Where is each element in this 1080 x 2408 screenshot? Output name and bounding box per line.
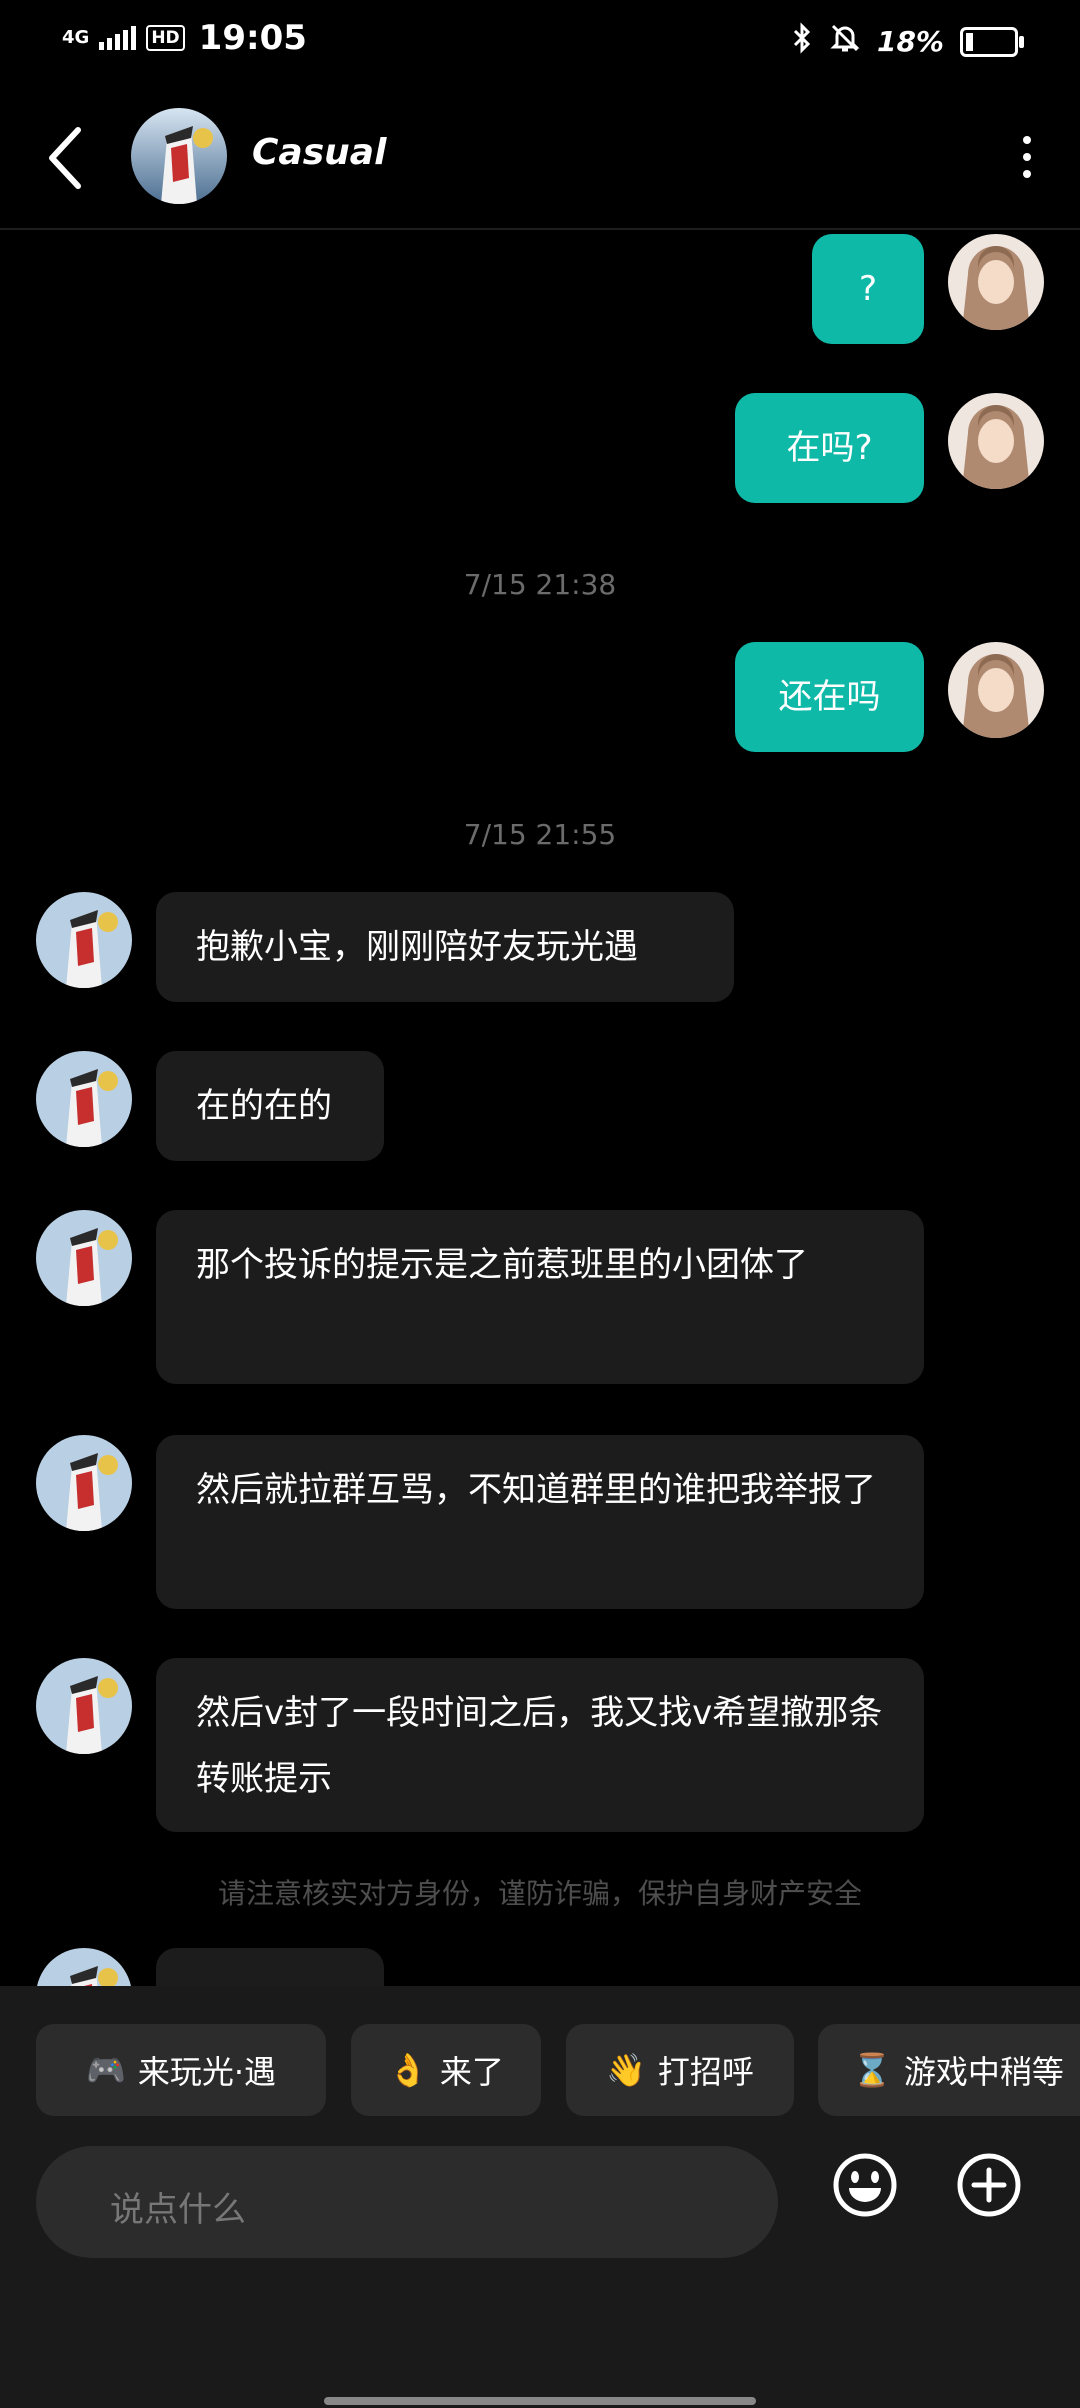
chat-header: Casual [0, 80, 1080, 230]
composer-panel: 🎮 来玩光·遇 👌 来了 👋 打招呼 ⌛ 游戏中稍等 说点什么 [0, 1986, 1080, 2408]
contact-avatar[interactable] [36, 1051, 132, 1147]
contact-avatar[interactable] [36, 1948, 132, 1986]
message-bubble-received[interactable]: 抱歉小宝，刚刚陪好友玩光遇 [156, 892, 734, 1002]
fraud-warning-notice: 请注意核实对方身份，谨防诈骗，保护自身财产安全 [217, 1877, 862, 1910]
contact-avatar[interactable] [36, 892, 132, 988]
contact-avatar[interactable] [131, 108, 227, 204]
my-avatar[interactable] [948, 393, 1044, 489]
emoji-button[interactable] [832, 2152, 898, 2218]
home-indicator[interactable] [324, 2397, 756, 2405]
hd-icon: HD [146, 25, 185, 51]
ok-hand-icon: 👌 [388, 2051, 428, 2089]
message-list[interactable]: ? 在吗? 7/15 21:38 还在吗 7/15 21:55 抱歉小宝，刚刚陪… [0, 230, 1080, 1986]
hourglass-icon: ⌛ [852, 2051, 892, 2089]
bell-muted-icon [829, 22, 861, 61]
back-button[interactable] [42, 118, 102, 198]
message-bubble-received[interactable] [156, 1948, 384, 1986]
contact-avatar[interactable] [36, 1658, 132, 1754]
message-bubble-received[interactable]: 那个投诉的提示是之前惹班里的小团体了 [156, 1210, 924, 1384]
message-bubble-received[interactable]: 然后v封了一段时间之后，我又找v希望撤那条转账提示 [156, 1658, 924, 1832]
add-attachment-button[interactable] [956, 2152, 1022, 2218]
signal-icon [99, 26, 137, 50]
message-input-placeholder: 说点什么 [110, 2190, 246, 2230]
quick-reply-bar[interactable]: 🎮 来玩光·遇 👌 来了 👋 打招呼 ⌛ 游戏中稍等 [0, 2024, 1080, 2116]
network-type: 4G [62, 27, 90, 48]
battery-percent: 18% [876, 25, 944, 58]
quick-reply-label: 打招呼 [657, 2053, 754, 2091]
quick-reply-label: 来玩光·遇 [137, 2053, 277, 2091]
more-options-button[interactable] [1002, 122, 1052, 192]
more-vert-icon [1023, 136, 1031, 144]
message-bubble-received[interactable]: 在的在的 [156, 1051, 384, 1161]
quick-reply-chip[interactable]: ⌛ 游戏中稍等 [818, 2024, 1080, 2116]
waving-hand-icon: 👋 [606, 2051, 646, 2089]
message-input[interactable]: 说点什么 [36, 2146, 778, 2258]
my-avatar[interactable] [948, 642, 1044, 738]
bluetooth-icon [791, 22, 813, 61]
quick-reply-chip[interactable]: 👋 打招呼 [566, 2024, 794, 2116]
contact-avatar[interactable] [36, 1435, 132, 1531]
chevron-left-icon [49, 127, 81, 189]
message-bubble-sent[interactable]: ? [812, 234, 924, 344]
gamepad-icon: 🎮 [85, 2051, 126, 2089]
contact-name: Casual [252, 132, 387, 173]
quick-reply-label: 来了 [439, 2053, 504, 2091]
quick-reply-chip[interactable]: 👌 来了 [351, 2024, 541, 2116]
status-bar: 4G HD 19:05 18% [0, 0, 1080, 80]
timestamp: 7/15 21:38 [463, 568, 617, 601]
battery-icon [960, 26, 1024, 57]
my-avatar[interactable] [948, 234, 1044, 330]
quick-reply-chip[interactable]: 🎮 来玩光·遇 [36, 2024, 326, 2116]
clock: 19:05 [198, 18, 307, 58]
timestamp: 7/15 21:55 [463, 818, 617, 851]
smiley-icon [833, 2153, 897, 2217]
plus-circle-icon [957, 2153, 1021, 2217]
message-bubble-sent[interactable]: 在吗? [735, 393, 924, 503]
message-bubble-received[interactable]: 然后就拉群互骂，不知道群里的谁把我举报了 [156, 1435, 924, 1609]
contact-avatar[interactable] [36, 1210, 132, 1306]
quick-reply-label: 游戏中稍等 [903, 2053, 1064, 2091]
message-bubble-sent[interactable]: 还在吗 [735, 642, 924, 752]
